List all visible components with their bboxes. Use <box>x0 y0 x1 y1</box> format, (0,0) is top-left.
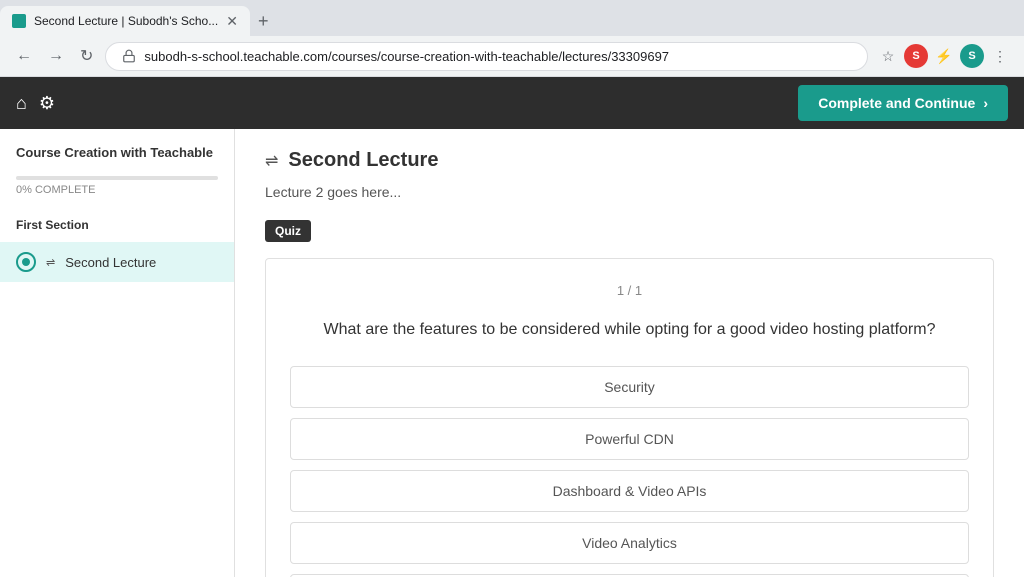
lecture-header: ⇌ Second Lecture <box>265 149 994 172</box>
lecture-name: Second Lecture <box>65 255 156 270</box>
back-button[interactable]: ← <box>12 43 36 69</box>
lecture-circle-icon <box>16 252 36 272</box>
reload-button[interactable]: ↻ <box>76 42 97 70</box>
home-icon[interactable]: ⌂ <box>16 93 27 114</box>
quiz-option-1[interactable]: Powerful CDN <box>290 418 969 460</box>
lecture-title: Second Lecture <box>288 149 438 172</box>
main-layout: Course Creation with Teachable 0% COMPLE… <box>0 129 1024 577</box>
quiz-counter: 1 / 1 <box>290 283 969 298</box>
complete-btn-label: Complete and Continue <box>818 95 975 111</box>
complete-btn-chevron: › <box>983 95 988 111</box>
url-text: subodh-s-school.teachable.com/courses/co… <box>144 49 669 64</box>
course-title: Course Creation with Teachable <box>0 129 234 176</box>
progress-bar-bg <box>16 176 218 180</box>
profile-icon-1[interactable]: S <box>904 44 928 68</box>
quiz-options: Security Powerful CDN Dashboard & Video … <box>290 366 969 577</box>
toolbar-icons: ☆ S ⚡ S ⋮ <box>876 44 1012 68</box>
top-nav: ⌂ ⚙ Complete and Continue › <box>0 77 1024 129</box>
tab-bar: Second Lecture | Subodh's Scho... ✕ + <box>0 0 1024 36</box>
address-bar: ← → ↻ subodh-s-school.teachable.com/cour… <box>0 36 1024 76</box>
app: ⌂ ⚙ Complete and Continue › Course Creat… <box>0 77 1024 577</box>
forward-button[interactable]: → <box>44 43 68 69</box>
browser-chrome: Second Lecture | Subodh's Scho... ✕ + ← … <box>0 0 1024 77</box>
extensions-icon[interactable]: ⚡ <box>932 44 956 68</box>
star-icon[interactable]: ☆ <box>876 44 900 68</box>
progress-label: 0% COMPLETE <box>16 184 218 196</box>
active-tab[interactable]: Second Lecture | Subodh's Scho... ✕ <box>0 6 250 36</box>
quiz-type-icon: ⇌ <box>46 256 55 269</box>
menu-icon[interactable]: ⋮ <box>988 44 1012 68</box>
profile-icon-2[interactable]: S <box>960 44 984 68</box>
content-area: ⇌ Second Lecture Lecture 2 goes here... … <box>235 129 1024 577</box>
quiz-badge: Quiz <box>265 220 311 242</box>
lecture-subtitle: Lecture 2 goes here... <box>265 184 994 200</box>
lecture-title-icon: ⇌ <box>265 151 278 171</box>
quiz-question: What are the features to be considered w… <box>290 318 969 342</box>
lock-icon <box>122 49 136 63</box>
tab-close-button[interactable]: ✕ <box>226 14 238 28</box>
complete-continue-button[interactable]: Complete and Continue › <box>798 85 1008 121</box>
tab-favicon <box>12 14 26 28</box>
nav-left: ⌂ ⚙ <box>16 93 55 114</box>
quiz-box: 1 / 1 What are the features to be consid… <box>265 258 994 577</box>
progress-bar-container: 0% COMPLETE <box>0 176 234 208</box>
url-bar[interactable]: subodh-s-school.teachable.com/courses/co… <box>105 42 868 71</box>
settings-icon[interactable]: ⚙ <box>39 93 55 114</box>
new-tab-button[interactable]: + <box>254 7 273 36</box>
lecture-item[interactable]: ⇌ Second Lecture <box>0 242 234 282</box>
section-header: First Section <box>0 208 234 242</box>
tab-title: Second Lecture | Subodh's Scho... <box>34 14 218 28</box>
lecture-circle-inner <box>22 258 30 266</box>
quiz-option-3[interactable]: Video Analytics <box>290 522 969 564</box>
quiz-option-0[interactable]: Security <box>290 366 969 408</box>
sidebar: Course Creation with Teachable 0% COMPLE… <box>0 129 235 577</box>
quiz-option-2[interactable]: Dashboard & Video APIs <box>290 470 969 512</box>
